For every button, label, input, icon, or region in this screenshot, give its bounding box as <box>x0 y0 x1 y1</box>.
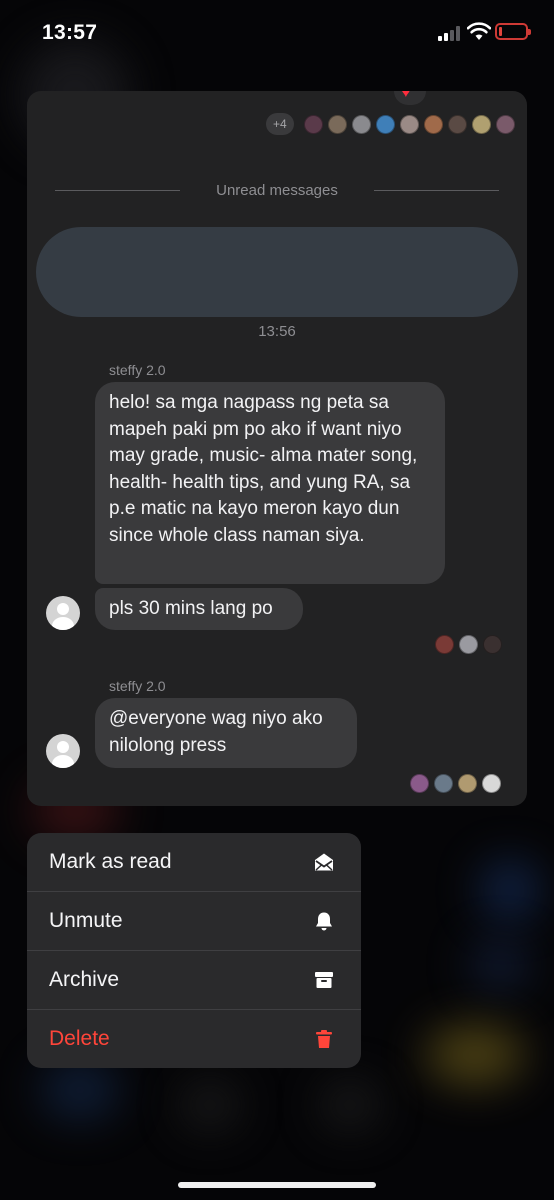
archive-button[interactable]: Archive <box>27 951 361 1010</box>
timestamp: 13:56 <box>258 323 296 340</box>
wifi-icon <box>467 22 491 40</box>
seen-by-row: +4 <box>266 112 515 136</box>
menu-item-label: Archive <box>49 968 120 991</box>
seen-more-count: +4 <box>266 113 294 135</box>
menu-item-label: Mark as read <box>49 850 172 873</box>
avatar <box>458 773 477 793</box>
message-placeholder <box>36 227 518 317</box>
avatar <box>495 114 515 134</box>
trash-icon <box>316 1030 332 1048</box>
home-indicator[interactable] <box>178 1182 376 1188</box>
archive-box-icon <box>315 972 333 988</box>
heart-reaction: ♥ <box>394 91 426 105</box>
delete-button[interactable]: Delete <box>27 1010 361 1068</box>
avatar <box>434 773 453 793</box>
message-bubble[interactable]: helo! sa mga nagpass ng peta sa mapeh pa… <box>95 382 445 584</box>
status-bar: 13:57 <box>0 0 554 66</box>
cellular-signal-icon <box>438 25 462 41</box>
message-bubble[interactable]: @everyone wag niyo ako nilolong press <box>95 698 357 768</box>
menu-item-label: Unmute <box>49 909 123 932</box>
chat-preview: ♥ +4 Unread messages 13:56 steffy 2.0 he… <box>27 91 527 806</box>
avatar <box>482 773 501 793</box>
avatar <box>410 773 429 793</box>
bell-icon <box>316 912 332 931</box>
status-time: 13:57 <box>42 21 98 44</box>
message-bubble[interactable]: pls 30 mins lang po <box>95 588 303 630</box>
menu-item-label: Delete <box>49 1027 110 1050</box>
avatar <box>375 114 395 134</box>
avatar <box>327 114 347 134</box>
avatar <box>435 634 454 654</box>
avatar <box>46 734 80 768</box>
seen-by-row <box>430 632 502 656</box>
seen-by-row <box>405 771 501 795</box>
sender-name: steffy 2.0 <box>109 362 166 378</box>
avatar <box>459 634 478 654</box>
avatar <box>483 634 502 654</box>
mark-as-read-button[interactable]: Mark as read <box>27 833 361 892</box>
avatar <box>447 114 467 134</box>
avatar <box>399 114 419 134</box>
unread-divider: Unread messages <box>55 179 499 203</box>
heart-icon: ♥ <box>401 91 411 101</box>
avatar <box>471 114 491 134</box>
envelope-open-icon <box>315 853 333 871</box>
avatar <box>351 114 371 134</box>
avatar <box>303 114 323 134</box>
unmute-button[interactable]: Unmute <box>27 892 361 951</box>
avatar <box>46 596 80 630</box>
avatar <box>423 114 443 134</box>
sender-name: steffy 2.0 <box>109 678 166 694</box>
battery-icon <box>495 23 531 40</box>
context-menu: Mark as read Unmute Archive Delete <box>27 833 361 1068</box>
